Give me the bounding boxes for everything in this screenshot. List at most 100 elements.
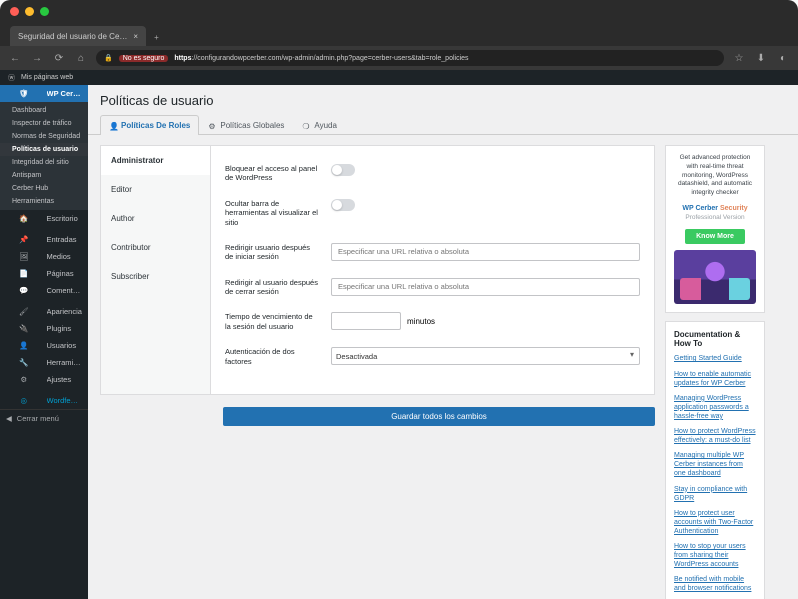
session-expire-unit: minutos <box>407 317 435 326</box>
sidebar-item-tools[interactable]: 🔧Herramientas <box>0 354 88 371</box>
submenu-item[interactable]: Dashboard <box>0 104 88 117</box>
wrench-icon: 🔧 <box>6 358 42 367</box>
sidebar-item-wpcerber[interactable]: 🛡 WP Cerber <box>0 85 88 102</box>
new-tab-icon[interactable]: + <box>146 33 167 46</box>
role-policies-card: Administrator Editor Author Contributor … <box>100 145 655 395</box>
admin-sidebar: 🛡 WP Cerber Dashboard Inspector de tráfi… <box>0 85 88 599</box>
browser-tabstrip: Seguridad del usuario de Ce… × + <box>0 22 798 46</box>
address-bar[interactable]: 🔒 No es seguro https://configurandowpcer… <box>96 50 724 66</box>
redirect-login-input[interactable] <box>331 243 640 261</box>
docs-heading: Documentation & How To <box>674 330 756 348</box>
browser-tab[interactable]: Seguridad del usuario de Ce… × <box>10 26 146 46</box>
redirect-logout-input[interactable] <box>331 278 640 296</box>
brush-icon: 🖌 <box>6 307 42 316</box>
close-dot[interactable] <box>10 7 19 16</box>
docs-link[interactable]: How to stop your users from sharing thei… <box>674 542 756 569</box>
submenu-item[interactable]: Integridad del sitio <box>0 156 88 169</box>
hide-toolbar-toggle[interactable] <box>331 199 355 211</box>
profile-icon[interactable]: ◐ <box>776 53 790 64</box>
tab-help[interactable]: ❍ Ayuda <box>293 115 346 135</box>
sidebar-item-media[interactable]: 🖼Medios <box>0 248 88 265</box>
sidebar-item-comments[interactable]: 💬Comentarios <box>0 282 88 299</box>
aside: Get advanced protection with real-time t… <box>665 145 765 587</box>
reload-icon[interactable]: ⟳ <box>52 53 66 64</box>
form-label: Redirigir al usuario después de cerrar s… <box>225 278 319 297</box>
save-button[interactable]: Guardar todos los cambios <box>223 407 655 426</box>
user-icon: 👤 <box>109 122 117 130</box>
promo-card: Get advanced protection with real-time t… <box>665 145 765 313</box>
docs-card: Documentation & How To Getting Started G… <box>665 321 765 599</box>
page-title: Políticas de usuario <box>88 85 798 114</box>
sliders-icon: ⚙ <box>208 122 216 130</box>
lock-icon: 🔒 <box>104 54 113 62</box>
docs-link[interactable]: Getting Started Guide <box>674 354 756 363</box>
docs-link[interactable]: Stay in compliance with GDPR <box>674 485 756 503</box>
close-icon[interactable]: × <box>133 32 138 41</box>
comment-icon: 💬 <box>6 286 42 295</box>
sidebar-item-label: WP Cerber <box>47 89 83 98</box>
docs-link[interactable]: Managing WordPress application passwords… <box>674 394 756 421</box>
wp-adminbar: ⓦ Mis páginas web <box>0 70 798 85</box>
page-icon: 📄 <box>6 269 42 278</box>
submenu-item[interactable]: Normas de Seguridad <box>0 130 88 143</box>
promo-text: Get advanced protection with real-time t… <box>674 154 756 198</box>
pin-icon: 📌 <box>6 235 42 244</box>
star-icon[interactable]: ☆ <box>732 53 746 64</box>
role-list: Administrator Editor Author Contributor … <box>101 146 211 394</box>
back-icon[interactable]: ← <box>8 53 22 64</box>
wordpress-icon[interactable]: ⓦ <box>8 73 15 83</box>
sidebar-item-posts[interactable]: 📌Entradas <box>0 231 88 248</box>
window-titlebar <box>0 0 798 22</box>
shield-icon: 🛡 <box>6 89 42 98</box>
submenu-item[interactable]: Inspector de tráfico <box>0 117 88 130</box>
gauge-icon: 🏠 <box>6 214 42 223</box>
submenu-item[interactable]: Cerber Hub <box>0 182 88 195</box>
form-label: Bloquear el acceso al panel de WordPress <box>225 164 319 183</box>
download-icon[interactable]: ⬇ <box>754 53 768 64</box>
docs-link[interactable]: How to protect user accounts with Two-Fa… <box>674 509 756 536</box>
sidebar-item-pages[interactable]: 📄Páginas <box>0 265 88 282</box>
plug-icon: 🔌 <box>6 324 42 333</box>
role-item[interactable]: Subscriber <box>101 262 210 291</box>
submenu-item[interactable]: Herramientas <box>0 195 88 208</box>
block-access-toggle[interactable] <box>331 164 355 176</box>
sliders-icon: ⚙ <box>6 375 42 384</box>
docs-link[interactable]: How to enable automatic updates for WP C… <box>674 370 756 388</box>
role-item[interactable]: Contributor <box>101 233 210 262</box>
sidebar-item-settings[interactable]: ⚙Ajustes <box>0 371 88 388</box>
collapse-menu[interactable]: ◀Cerrar menú <box>0 409 88 427</box>
role-item[interactable]: Administrator <box>101 146 210 175</box>
promo-tier: Professional Version <box>674 214 756 223</box>
tab-global-policies[interactable]: ⚙ Políticas Globales <box>199 115 293 135</box>
docs-link[interactable]: Be notified with mobile and browser noti… <box>674 575 756 593</box>
collapse-icon: ◀ <box>6 414 12 423</box>
form-label: Ocultar barra de herramientas al visuali… <box>225 199 319 227</box>
form-label: Redirigir usuario después de iniciar ses… <box>225 243 319 262</box>
submenu-item[interactable]: Políticas de usuario <box>0 143 88 156</box>
docs-link[interactable]: How to protect WordPress effectively: a … <box>674 427 756 445</box>
browser-tab-title: Seguridad del usuario de Ce… <box>18 32 127 41</box>
home-icon[interactable]: ⌂ <box>74 53 88 64</box>
sidebar-item-wordfence[interactable]: ◎Wordfence <box>0 392 88 409</box>
zoom-dot[interactable] <box>40 7 49 16</box>
sidebar-item-dashboard[interactable]: 🏠Escritorio <box>0 210 88 227</box>
browser-toolbar: ← → ⟳ ⌂ 🔒 No es seguro https://configura… <box>0 46 798 70</box>
two-factor-select[interactable]: Desactivada <box>331 347 640 365</box>
sidebar-item-plugins[interactable]: 🔌Plugins <box>0 320 88 337</box>
main-content: Políticas de usuario 👤 Políticas De Role… <box>88 85 798 599</box>
form-label: Autenticación de dos factores <box>225 347 319 366</box>
sidebar-item-users[interactable]: 👤Usuarios <box>0 337 88 354</box>
promo-logo: WP Cerber Security <box>674 204 756 213</box>
sidebar-submenu: Dashboard Inspector de tráfico Normas de… <box>0 102 88 210</box>
sidebar-item-appearance[interactable]: 🖌Apariencia <box>0 303 88 320</box>
forward-icon[interactable]: → <box>30 53 44 64</box>
tab-role-policies[interactable]: 👤 Políticas De Roles <box>100 115 199 135</box>
session-expire-input[interactable] <box>331 312 401 330</box>
know-more-button[interactable]: Know More <box>685 229 745 244</box>
my-sites-label[interactable]: Mis páginas web <box>21 74 73 81</box>
minimize-dot[interactable] <box>25 7 34 16</box>
role-item[interactable]: Editor <box>101 175 210 204</box>
docs-link[interactable]: Managing multiple WP Cerber instances fr… <box>674 451 756 478</box>
submenu-item[interactable]: Antispam <box>0 169 88 182</box>
role-item[interactable]: Author <box>101 204 210 233</box>
